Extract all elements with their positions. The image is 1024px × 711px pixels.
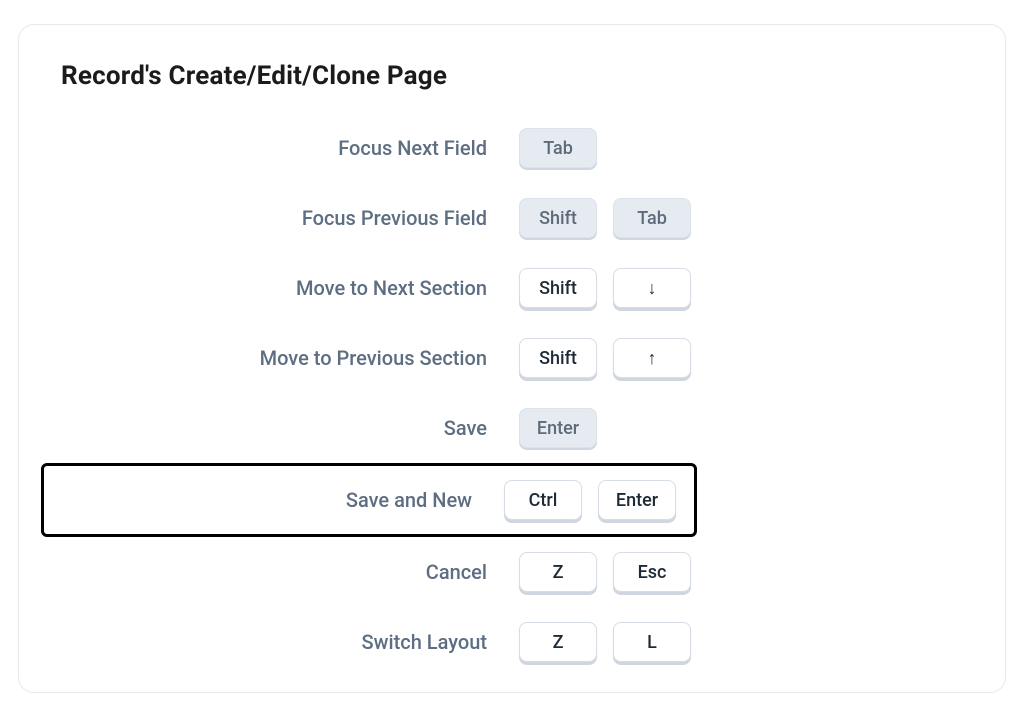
row-label: Save [59,416,519,440]
card-title: Record's Create/Edit/Clone Page [61,61,965,91]
row-label: Cancel [59,560,519,584]
key-enter: Enter [598,480,676,520]
row-focus-previous-field: Focus Previous Field Shift Tab [59,183,965,253]
row-keys: Z L [519,614,691,670]
key-esc: Esc [613,552,691,592]
row-focus-next-field: Focus Next Field Tab [59,113,965,183]
row-keys: Tab [519,120,597,176]
key-tab: Tab [519,128,597,168]
key-shift: Shift [519,268,597,308]
row-keys: Ctrl Enter [504,472,676,528]
row-label: Focus Next Field [59,136,519,160]
row-keys: Enter [519,400,597,456]
row-label: Switch Layout [59,630,519,654]
key-shift: Shift [519,338,597,378]
key-l: L [613,622,691,662]
shortcuts-card: Record's Create/Edit/Clone Page Focus Ne… [18,24,1006,693]
row-keys: Shift ↓ [519,260,691,316]
row-move-next-section: Move to Next Section Shift ↓ [59,253,965,323]
row-label: Save and New [62,488,504,512]
row-save-and-new: Save and New Ctrl Enter [59,463,965,537]
arrow-up-icon: ↑ [613,338,691,378]
row-keys: Shift ↑ [519,330,691,386]
row-save: Save Enter [59,393,965,463]
key-ctrl: Ctrl [504,480,582,520]
key-enter: Enter [519,408,597,448]
row-label: Focus Previous Field [59,206,519,230]
row-keys: Shift Tab [519,190,691,246]
key-z: Z [519,622,597,662]
shortcut-rows: Focus Next Field Tab Focus Previous Fiel… [59,113,965,677]
row-keys: Z Esc [519,544,691,600]
row-cancel: Cancel Z Esc [59,537,965,607]
highlighted-shortcut: Save and New Ctrl Enter [41,463,697,537]
key-shift: Shift [519,198,597,238]
row-switch-layout: Switch Layout Z L [59,607,965,677]
key-z: Z [519,552,597,592]
row-label: Move to Previous Section [59,346,519,370]
row-label: Move to Next Section [59,276,519,300]
key-tab: Tab [613,198,691,238]
arrow-down-icon: ↓ [613,268,691,308]
row-move-previous-section: Move to Previous Section Shift ↑ [59,323,965,393]
